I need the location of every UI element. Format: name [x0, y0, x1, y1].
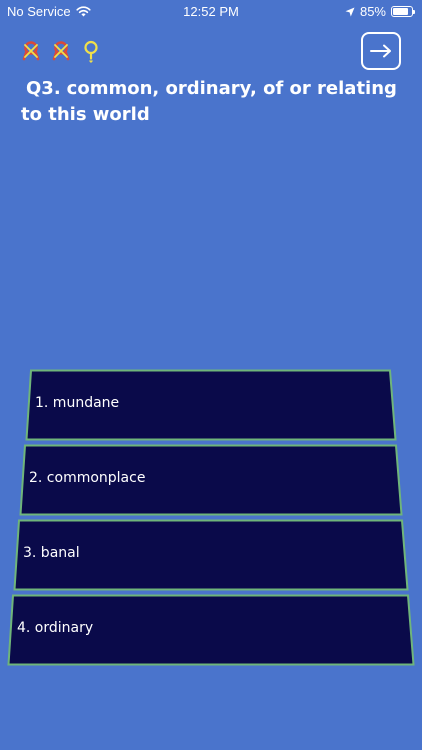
next-question-button[interactable]	[361, 32, 401, 70]
progress-indicators	[19, 39, 103, 63]
wrong-answer-icon	[22, 41, 40, 61]
answer-label: 1. mundane	[35, 395, 120, 411]
answer-option-3[interactable]: 3. banal	[13, 519, 409, 591]
wrong-answer-icon	[52, 41, 70, 61]
question-number: Q3.	[26, 78, 61, 99]
status-bar: No Service 12:52 PM 85%	[0, 0, 422, 24]
answer-option-4[interactable]: 4. ordinary	[7, 594, 415, 666]
answer-label: 4. ordinary	[17, 620, 94, 636]
answer-label: 2. commonplace	[29, 470, 146, 486]
status-right: 85%	[345, 4, 415, 19]
current-question-icon	[84, 40, 98, 63]
arrow-right-icon	[370, 44, 391, 58]
answer-option-1[interactable]: 1. mundane	[25, 369, 397, 441]
battery-percent: 85%	[359, 4, 386, 19]
question-text-block: Q3. common, ordinary, of or relating to t…	[21, 76, 406, 128]
battery-fill	[393, 8, 409, 15]
answer-label: 3. banal	[23, 545, 80, 561]
answer-option-2[interactable]: 2. commonplace	[19, 444, 403, 516]
location-arrow-icon	[345, 7, 355, 16]
battery-icon	[391, 6, 415, 17]
question-text: common, ordinary, of or relating to this…	[21, 78, 397, 125]
